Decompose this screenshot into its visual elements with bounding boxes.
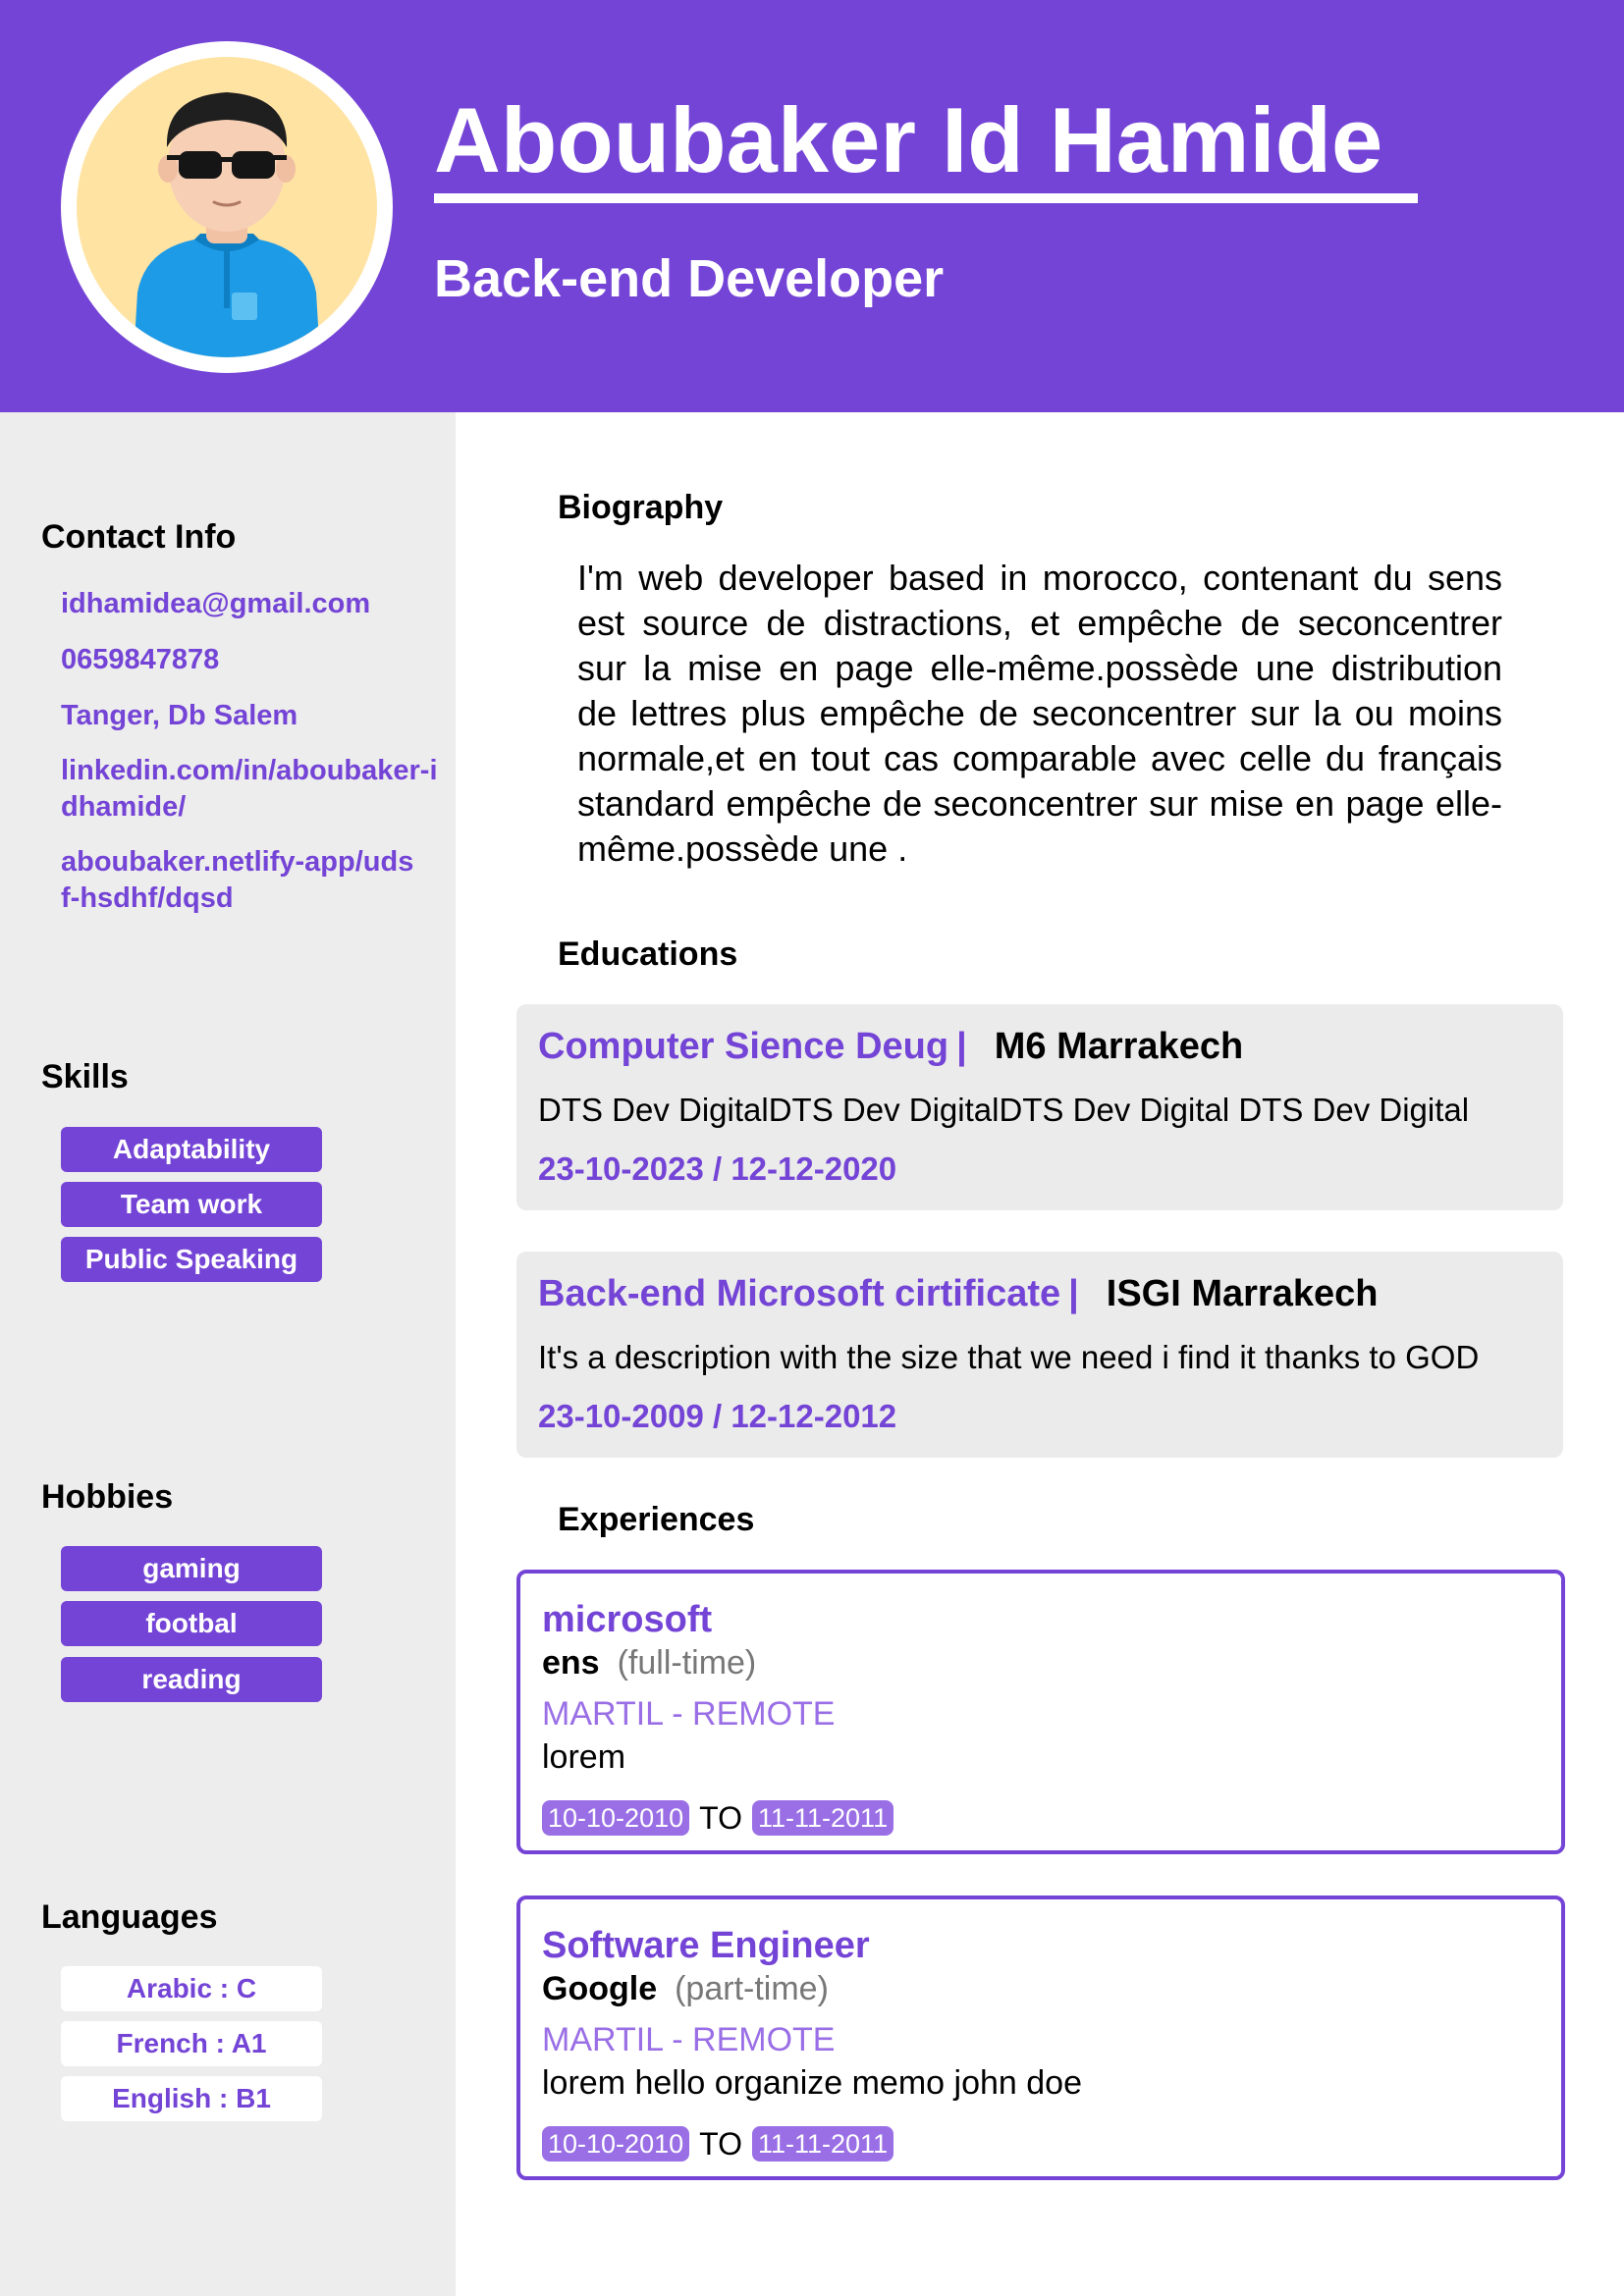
experience-type: (full-time) bbox=[617, 1644, 757, 1682]
contact-linkedin[interactable]: linkedin.com/in/aboubaker-idhamide/ bbox=[61, 753, 444, 826]
hobby-badge: gaming bbox=[61, 1546, 322, 1591]
experience-location: MARTIL - REMOTE bbox=[542, 1695, 836, 1733]
experience-end-badge: 11-11-2011 bbox=[751, 1799, 894, 1836]
experience-description: lorem hello organize memo john doe bbox=[542, 2064, 1082, 2102]
experience-description: lorem bbox=[542, 1738, 626, 1776]
education-card: Computer Sience Deug | M6 Marrakech DTS De… bbox=[516, 1004, 1563, 1210]
educations-heading: Educations bbox=[558, 935, 738, 973]
education-degree: Back-end Microsoft cirtificate bbox=[538, 1273, 1061, 1314]
experience-title: microsoft bbox=[542, 1599, 713, 1640]
contact-website[interactable]: aboubaker.netlify-app/udsf-hsdhf/dqsd bbox=[61, 844, 414, 917]
contact-phone[interactable]: 0659847878 bbox=[61, 642, 454, 678]
header-banner: Aboubaker Id Hamide Back-end Developer bbox=[0, 0, 1624, 412]
education-end: 12-12-2020 bbox=[731, 1150, 897, 1187]
experience-start-badge: 10-10-2010 bbox=[542, 1799, 690, 1836]
skills-heading: Skills bbox=[41, 1058, 129, 1095]
education-date-separator: / bbox=[712, 1150, 723, 1187]
contact-email[interactable]: idhamidea@gmail.com bbox=[61, 586, 454, 622]
education-title-line: Back-end Microsoft cirtificate | ISGI Marr… bbox=[538, 1271, 1378, 1316]
education-degree: Computer Sience Deug bbox=[538, 1026, 949, 1067]
experience-location: MARTIL - REMOTE bbox=[542, 2021, 836, 2058]
name-underline bbox=[434, 193, 1418, 203]
job-title: Back-end Developer bbox=[434, 249, 945, 308]
person-name: Aboubaker Id Hamide bbox=[434, 88, 1383, 191]
experience-company-line: Google (part-time) bbox=[542, 1968, 829, 2009]
language-badge: Arabic : C bbox=[61, 1966, 322, 2011]
education-description: It's a description with the size that we… bbox=[538, 1339, 1480, 1375]
education-dates: 23-10-2023 / 12-12-2020 bbox=[538, 1149, 896, 1189]
education-separator: | bbox=[956, 1026, 967, 1067]
education-date-separator: / bbox=[712, 1398, 723, 1434]
skill-badge: Public Speaking bbox=[61, 1237, 322, 1282]
education-dates: 23-10-2009 / 12-12-2012 bbox=[538, 1397, 896, 1436]
experience-end-badge: 11-11-2011 bbox=[751, 2125, 894, 2162]
experience-company-line: ens (full-time) bbox=[542, 1642, 756, 1683]
experience-company: Google bbox=[542, 1970, 658, 2007]
hobby-badge: reading bbox=[61, 1657, 322, 1702]
experience-company: ens bbox=[542, 1644, 600, 1682]
contact-info-heading: Contact Info bbox=[41, 518, 237, 556]
education-school: ISGI Marrakech bbox=[1106, 1273, 1379, 1314]
biography-text: I'm web developer based in morocco, cont… bbox=[577, 558, 1502, 869]
profile-photo-frame bbox=[61, 41, 393, 373]
language-badge: English : B1 bbox=[61, 2076, 322, 2121]
education-start: 23-10-2009 bbox=[538, 1398, 704, 1434]
hobby-badge: footbal bbox=[61, 1601, 322, 1646]
languages-heading: Languages bbox=[41, 1898, 218, 1936]
avatar-3d-man-sunglasses-icon bbox=[134, 92, 320, 357]
experience-title: Software Engineer bbox=[542, 1925, 870, 1966]
experience-card: Software Engineer Google (part-time) MART… bbox=[516, 1896, 1565, 2180]
contact-address: Tanger, Db Salem bbox=[61, 700, 298, 731]
skill-badge: Team work bbox=[61, 1182, 322, 1227]
experience-to-label: TO bbox=[699, 1799, 742, 1836]
avatar bbox=[77, 57, 377, 357]
experiences-heading: Experiences bbox=[558, 1501, 755, 1538]
education-card: Back-end Microsoft cirtificate | ISGI Marr… bbox=[516, 1252, 1563, 1458]
hobbies-heading: Hobbies bbox=[41, 1478, 174, 1516]
education-separator: | bbox=[1068, 1273, 1079, 1314]
education-start: 23-10-2023 bbox=[538, 1150, 704, 1187]
skill-badge: Adaptability bbox=[61, 1127, 322, 1172]
language-badge: French : A1 bbox=[61, 2021, 322, 2066]
education-title-line: Computer Sience Deug | M6 Marrakech bbox=[538, 1024, 1243, 1069]
experience-dates: 10-10-2010 TO 11-11-2011 bbox=[542, 1795, 894, 1838]
experience-dates: 10-10-2010 TO 11-11-2011 bbox=[542, 2121, 894, 2163]
experience-to-label: TO bbox=[699, 2125, 742, 2162]
experience-type: (part-time) bbox=[675, 1970, 829, 2007]
sidebar bbox=[0, 412, 456, 2296]
experience-start-badge: 10-10-2010 bbox=[542, 2125, 690, 2162]
experience-card: microsoft ens (full-time) MARTIL - REMOTE… bbox=[516, 1570, 1565, 1854]
education-school: M6 Marrakech bbox=[994, 1026, 1244, 1067]
education-description: DTS Dev DigitalDTS Dev DigitalDTS Dev Di… bbox=[538, 1092, 1470, 1128]
education-end: 12-12-2012 bbox=[731, 1398, 897, 1434]
biography-heading: Biography bbox=[558, 489, 724, 526]
